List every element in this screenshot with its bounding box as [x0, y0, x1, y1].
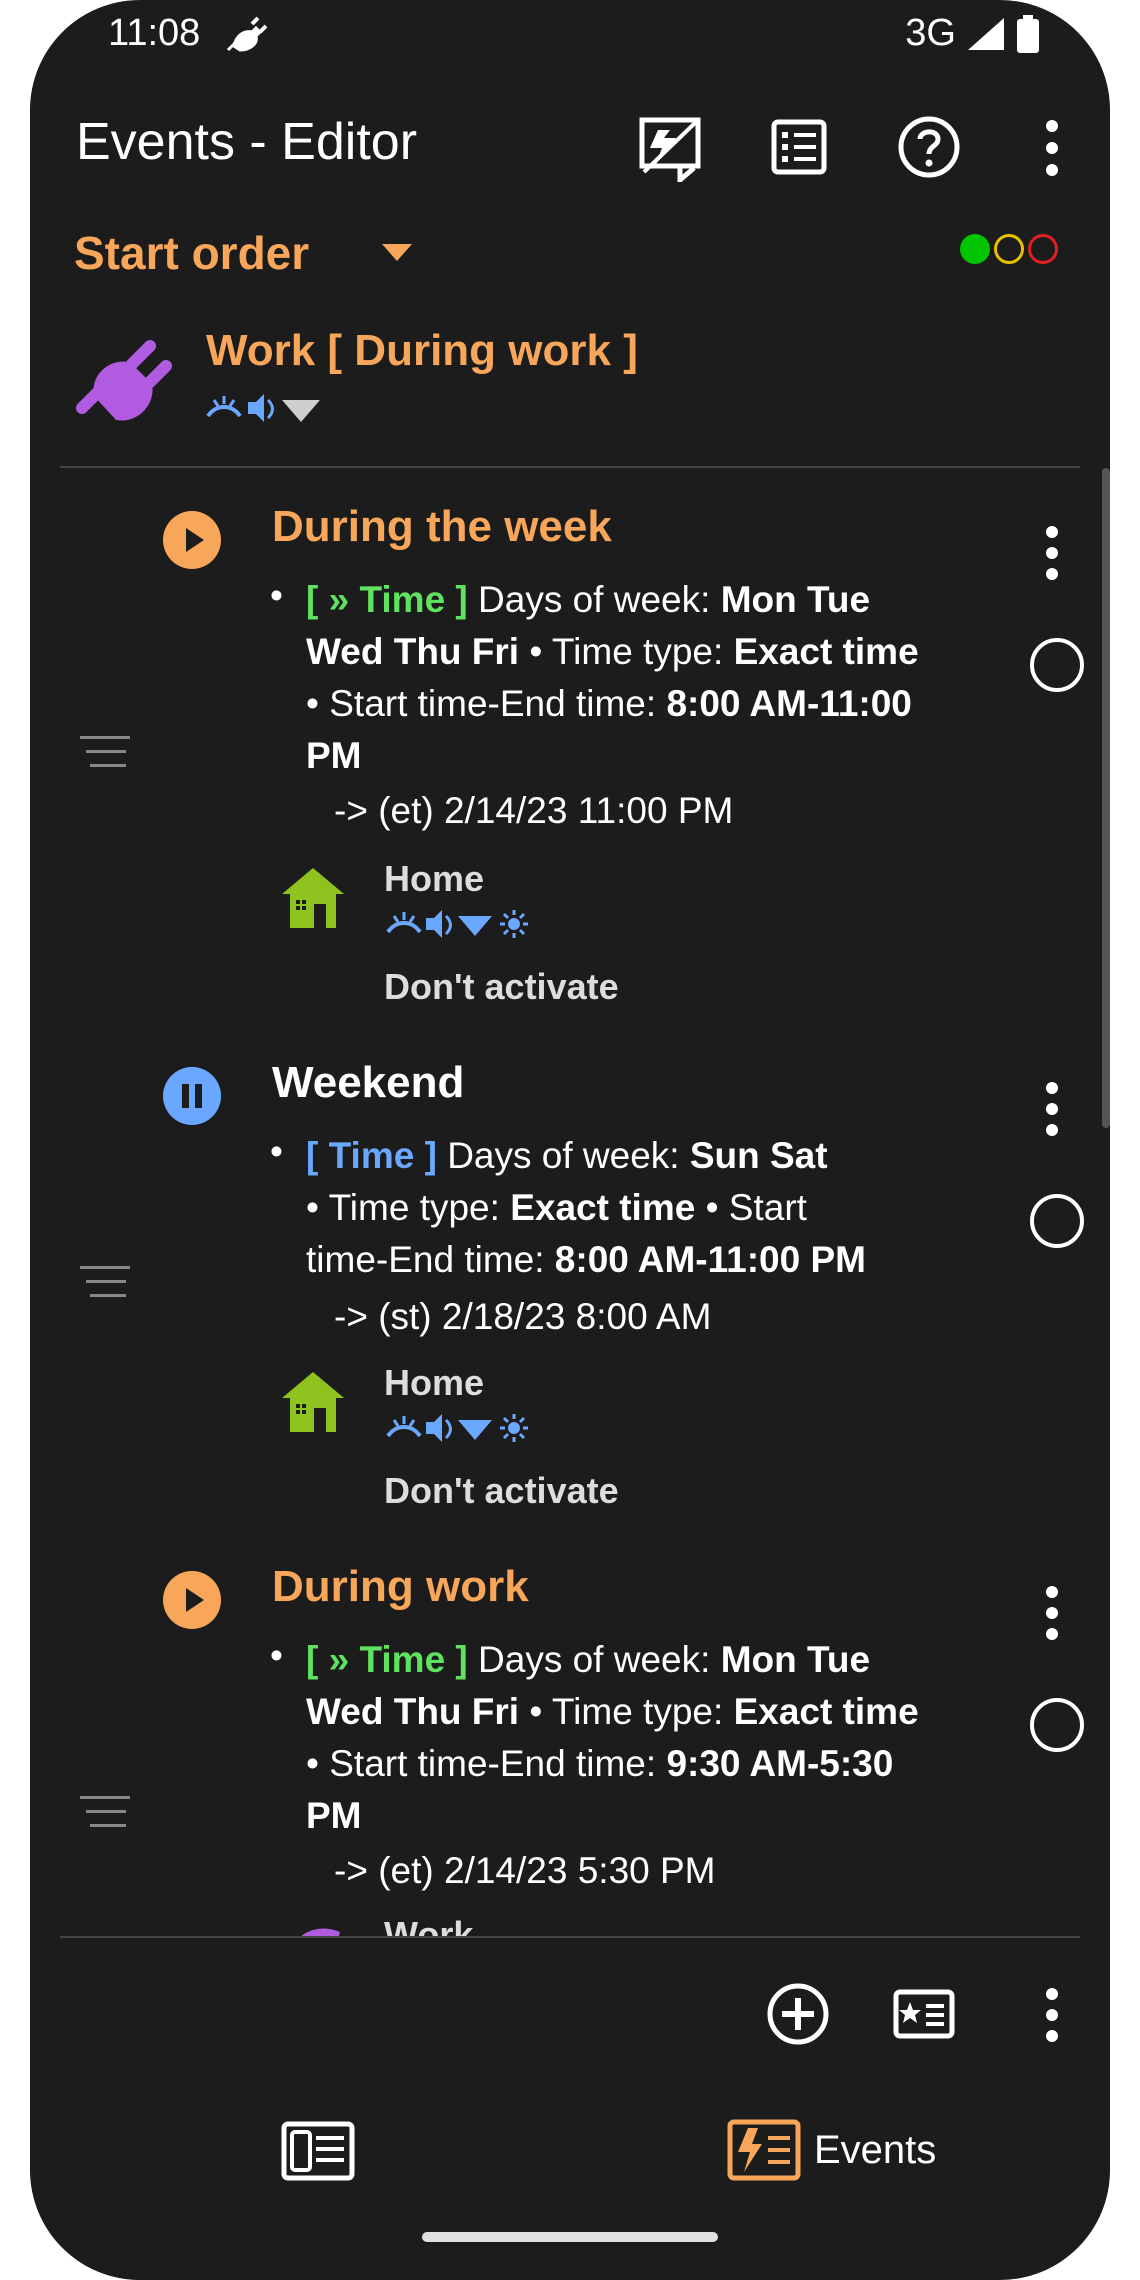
event-description: [ » Time ] Days of week: Mon Tue Wed Thu… — [306, 1634, 986, 1842]
event-menu-icon[interactable] — [1042, 1584, 1062, 1642]
desc-part: • Start time-End time: — [306, 1743, 657, 1784]
event-name: During work — [272, 1562, 529, 1611]
bottom-more-icon[interactable] — [1042, 1986, 1062, 2044]
condition-intro: Days of week: — [478, 1639, 711, 1680]
drag-handle-icon[interactable] — [76, 1792, 134, 1832]
gesture-home-bar[interactable] — [422, 2232, 718, 2242]
app-screen: 11:08 3G Events - Editor Start order Wor… — [30, 0, 1110, 2280]
condition-tag: [ » Time ] — [306, 1639, 468, 1680]
desc-part: Wed Thu Fri — [306, 1691, 520, 1732]
event-list-clip: During work • [ » Time ] Days of week: M… — [30, 0, 1110, 1936]
predefined-events-icon[interactable] — [892, 1984, 956, 2044]
add-event-icon[interactable] — [766, 1982, 830, 2046]
events-tab-label[interactable]: Events — [814, 2128, 936, 2173]
work-plug-icon — [301, 1928, 340, 1936]
end-profile-name: Work — [384, 1914, 474, 1936]
event-running-icon[interactable] — [162, 1570, 222, 1630]
desc-part: 9:30 AM-5:30 — [666, 1743, 894, 1784]
desc-part: PM — [306, 1795, 362, 1836]
event-status-circle[interactable] — [1030, 1698, 1084, 1752]
event-next-time: -> (et) 2/14/23 5:30 PM — [334, 1850, 716, 1891]
desc-part: • Time type: — [529, 1691, 724, 1732]
desc-part: Mon Tue — [720, 1639, 871, 1680]
desc-part: Exact time — [733, 1691, 919, 1732]
bullet: • — [270, 1635, 283, 1676]
profiles-tab-icon[interactable] — [280, 2120, 356, 2182]
bottom-divider — [60, 1936, 1080, 1938]
events-tab-icon[interactable] — [726, 2118, 802, 2182]
